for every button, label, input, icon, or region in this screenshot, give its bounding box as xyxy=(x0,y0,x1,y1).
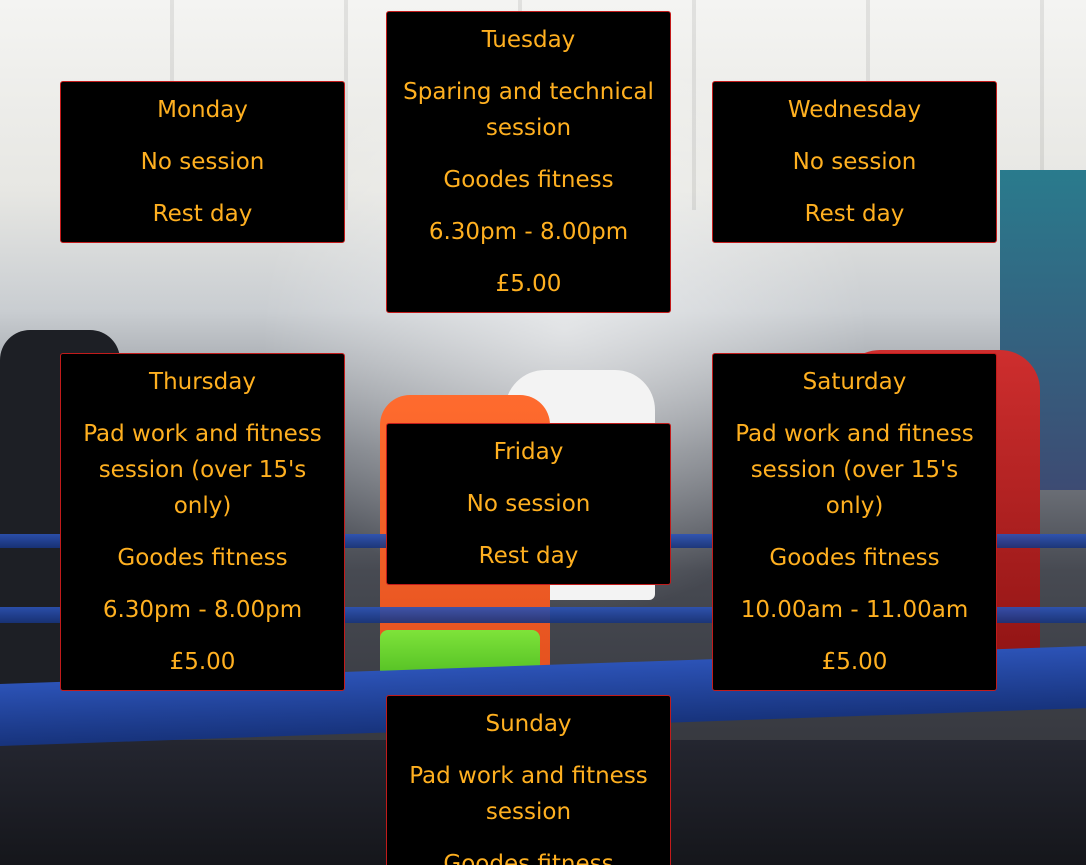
session-type: Pad work and fitness session xyxy=(409,763,648,825)
session-detail: No session xyxy=(792,149,917,175)
session-detail: Rest day xyxy=(478,543,579,569)
day-title: Sunday xyxy=(485,711,572,737)
session-time: 6.30pm - 8.00pm xyxy=(428,219,629,245)
session-detail: Rest day xyxy=(152,201,253,227)
session-time: 6.30pm - 8.00pm xyxy=(102,597,303,623)
day-title: Saturday xyxy=(802,369,907,395)
schedule-page: Monday No session Rest day Tuesday Spari… xyxy=(0,0,1086,865)
session-venue: Goodes fitness xyxy=(443,851,614,865)
day-title: Monday xyxy=(157,97,248,123)
session-venue: Goodes fitness xyxy=(443,167,614,193)
session-type: Pad work and fitness session (over 15's … xyxy=(735,421,974,519)
schedule-card-tuesday: Tuesday Sparing and technical session Go… xyxy=(386,11,671,313)
day-title: Thursday xyxy=(149,369,256,395)
schedule-card-friday: Friday No session Rest day xyxy=(386,423,671,585)
session-venue: Goodes fitness xyxy=(117,545,288,571)
schedule-card-saturday: Saturday Pad work and fitness session (o… xyxy=(712,353,997,691)
session-type: Pad work and fitness session (over 15's … xyxy=(83,421,322,519)
session-time: 10.00am - 11.00am xyxy=(740,597,969,623)
session-detail: No session xyxy=(466,491,591,517)
session-detail: Rest day xyxy=(804,201,905,227)
day-title: Friday xyxy=(493,439,564,465)
day-title: Wednesday xyxy=(787,97,922,123)
session-detail: No session xyxy=(140,149,265,175)
schedule-card-wednesday: Wednesday No session Rest day xyxy=(712,81,997,243)
schedule-card-monday: Monday No session Rest day xyxy=(60,81,345,243)
session-venue: Goodes fitness xyxy=(769,545,940,571)
session-price: £5.00 xyxy=(169,649,236,675)
schedule-card-thursday: Thursday Pad work and fitness session (o… xyxy=(60,353,345,691)
schedule-card-sunday: Sunday Pad work and fitness session Good… xyxy=(386,695,671,865)
session-type: Sparing and technical session xyxy=(403,79,654,141)
day-title: Tuesday xyxy=(481,27,576,53)
session-price: £5.00 xyxy=(821,649,888,675)
session-price: £5.00 xyxy=(495,271,562,297)
